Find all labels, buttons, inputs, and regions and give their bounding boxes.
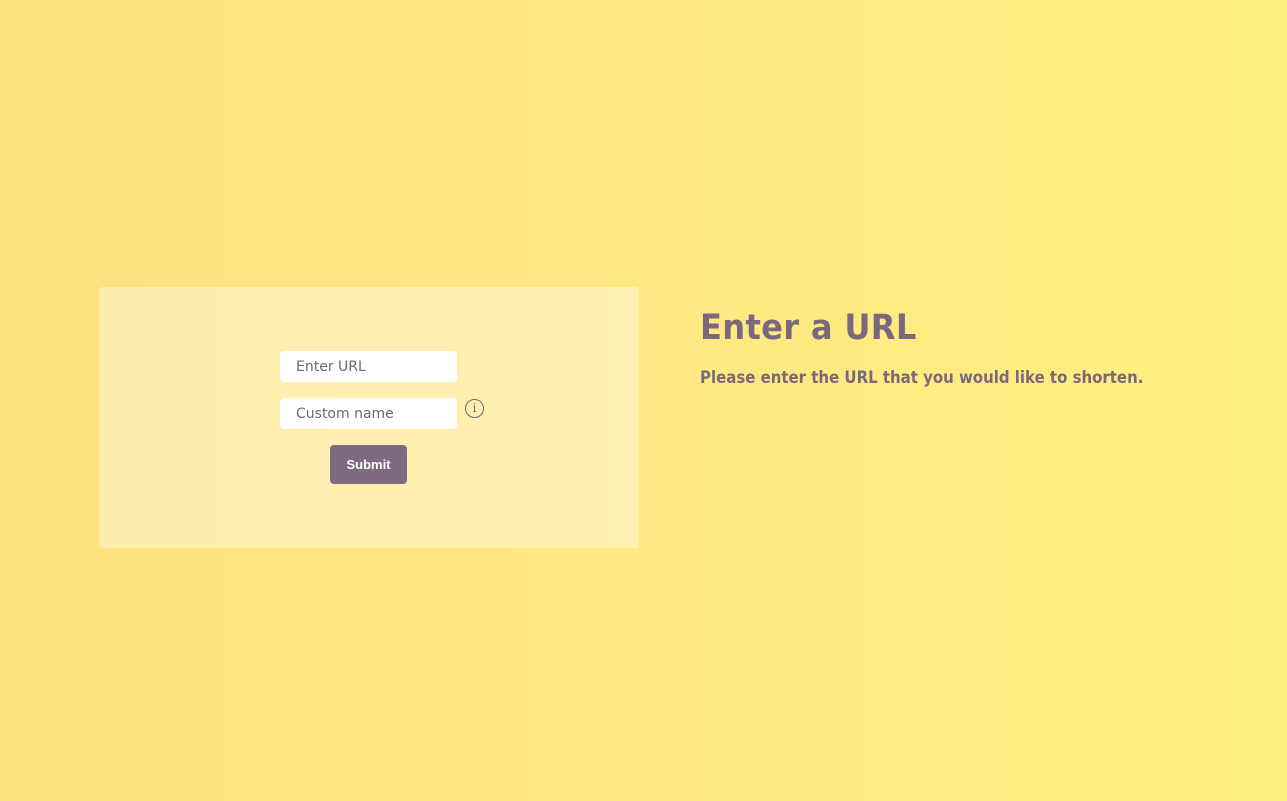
page-title: Enter a URL <box>700 308 917 348</box>
page-description: Please enter the URL that you would like… <box>700 368 1144 388</box>
submit-button[interactable]: Submit <box>330 445 407 484</box>
info-icon[interactable]: i <box>465 399 484 418</box>
url-input[interactable] <box>280 351 457 382</box>
shorten-form-card: i Submit <box>99 287 639 548</box>
custom-name-input[interactable] <box>280 398 457 429</box>
